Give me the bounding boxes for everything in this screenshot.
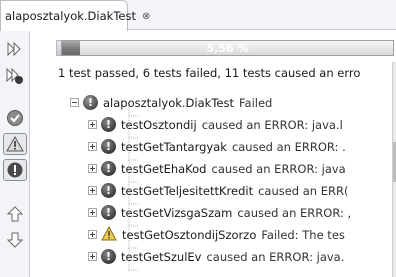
- test-label: testGetEhaKod: [121, 161, 207, 176]
- test-label: testOsztondij: [121, 117, 197, 132]
- vertical-scrollbar[interactable]: [392, 62, 396, 277]
- warning-icon: [6, 136, 24, 152]
- test-status: caused an ERROR: java.: [206, 249, 345, 264]
- rerun-all-button[interactable]: [3, 38, 27, 60]
- test-status: caused an ERROR: java.l: [201, 117, 343, 132]
- arrow-down-icon: [6, 231, 24, 249]
- test-label: testGetOsztondijSzorzo: [122, 227, 257, 242]
- test-status: Failed: The tes: [261, 227, 345, 242]
- check-circle-icon: [6, 109, 24, 127]
- next-failure-button[interactable]: [3, 229, 27, 251]
- error-icon: [6, 161, 24, 179]
- arrow-up-icon: [6, 205, 24, 223]
- test-row[interactable]: testGetOsztondijSzorzo Failed: The tes: [88, 224, 345, 245]
- error-icon: !: [101, 183, 116, 198]
- test-status: caused an ERR(: [258, 183, 349, 198]
- test-status: caused an ERROR: java: [211, 161, 346, 176]
- root-status: Failed: [238, 95, 273, 110]
- warning-icon: [101, 225, 117, 244]
- error-icon: !: [83, 95, 98, 110]
- tab-diaktest[interactable]: alaposztalyok.DiakTest ⊗: [0, 0, 150, 31]
- error-icon: !: [101, 205, 116, 220]
- test-label: testGetTeljesitettKredit: [121, 183, 254, 198]
- test-label: testGetSzulEv: [121, 249, 202, 264]
- test-summary: 1 test passed, 6 tests failed, 11 tests …: [58, 66, 361, 80]
- error-icon: !: [101, 161, 116, 176]
- test-results-tree[interactable]: 1 test passed, 6 tests failed, 11 tests …: [58, 62, 396, 277]
- expand-icon[interactable]: [88, 230, 97, 239]
- error-icon: !: [101, 139, 116, 154]
- double-arrow-right-icon: [6, 41, 24, 57]
- tab-title: alaposztalyok.DiakTest: [5, 9, 136, 23]
- collapse-icon[interactable]: [70, 98, 79, 107]
- test-row[interactable]: ! testGetTantargyak caused an ERROR: .: [88, 136, 346, 157]
- previous-failure-button[interactable]: [3, 203, 27, 225]
- expand-icon[interactable]: [88, 120, 97, 129]
- test-row[interactable]: ! testGetVizsgaSzam caused an ERROR: ,: [88, 202, 351, 223]
- show-failures-button[interactable]: [3, 133, 27, 155]
- test-status: caused an ERROR: ,: [237, 205, 352, 220]
- tree-root-row[interactable]: ! alaposztalyok.DiakTest Failed: [70, 92, 272, 113]
- progress-bar: 5,56 %: [61, 40, 394, 56]
- expand-icon[interactable]: [88, 164, 97, 173]
- expand-icon[interactable]: [88, 252, 97, 261]
- show-passed-button[interactable]: [3, 107, 27, 129]
- test-label: testGetTantargyak: [121, 139, 227, 154]
- expand-icon[interactable]: [88, 142, 97, 151]
- tab-close-icon[interactable]: ⊗: [142, 11, 150, 22]
- show-errors-button[interactable]: [3, 159, 27, 181]
- test-row[interactable]: ! testGetEhaKod caused an ERROR: java: [88, 158, 346, 179]
- tab-bar: alaposztalyok.DiakTest ⊗: [0, 0, 396, 31]
- root-label: alaposztalyok.DiakTest: [103, 95, 234, 110]
- vertical-toolbar: [0, 31, 30, 277]
- expand-icon[interactable]: [88, 208, 97, 217]
- test-row[interactable]: ! testOsztondij caused an ERROR: java.l: [88, 114, 343, 135]
- test-status: caused an ERROR: .: [231, 139, 346, 154]
- progress-text: 5,56 %: [206, 41, 249, 55]
- error-icon: !: [101, 117, 116, 132]
- test-row[interactable]: ! testGetSzulEv caused an ERROR: java.: [88, 246, 344, 267]
- test-label: testGetVizsgaSzam: [121, 205, 233, 220]
- expand-icon[interactable]: [88, 186, 97, 195]
- rerun-failed-button[interactable]: [3, 65, 27, 87]
- error-icon: !: [101, 249, 116, 264]
- rerun-failed-icon: [6, 67, 24, 85]
- test-row[interactable]: ! testGetTeljesitettKredit caused an ERR(: [88, 180, 348, 201]
